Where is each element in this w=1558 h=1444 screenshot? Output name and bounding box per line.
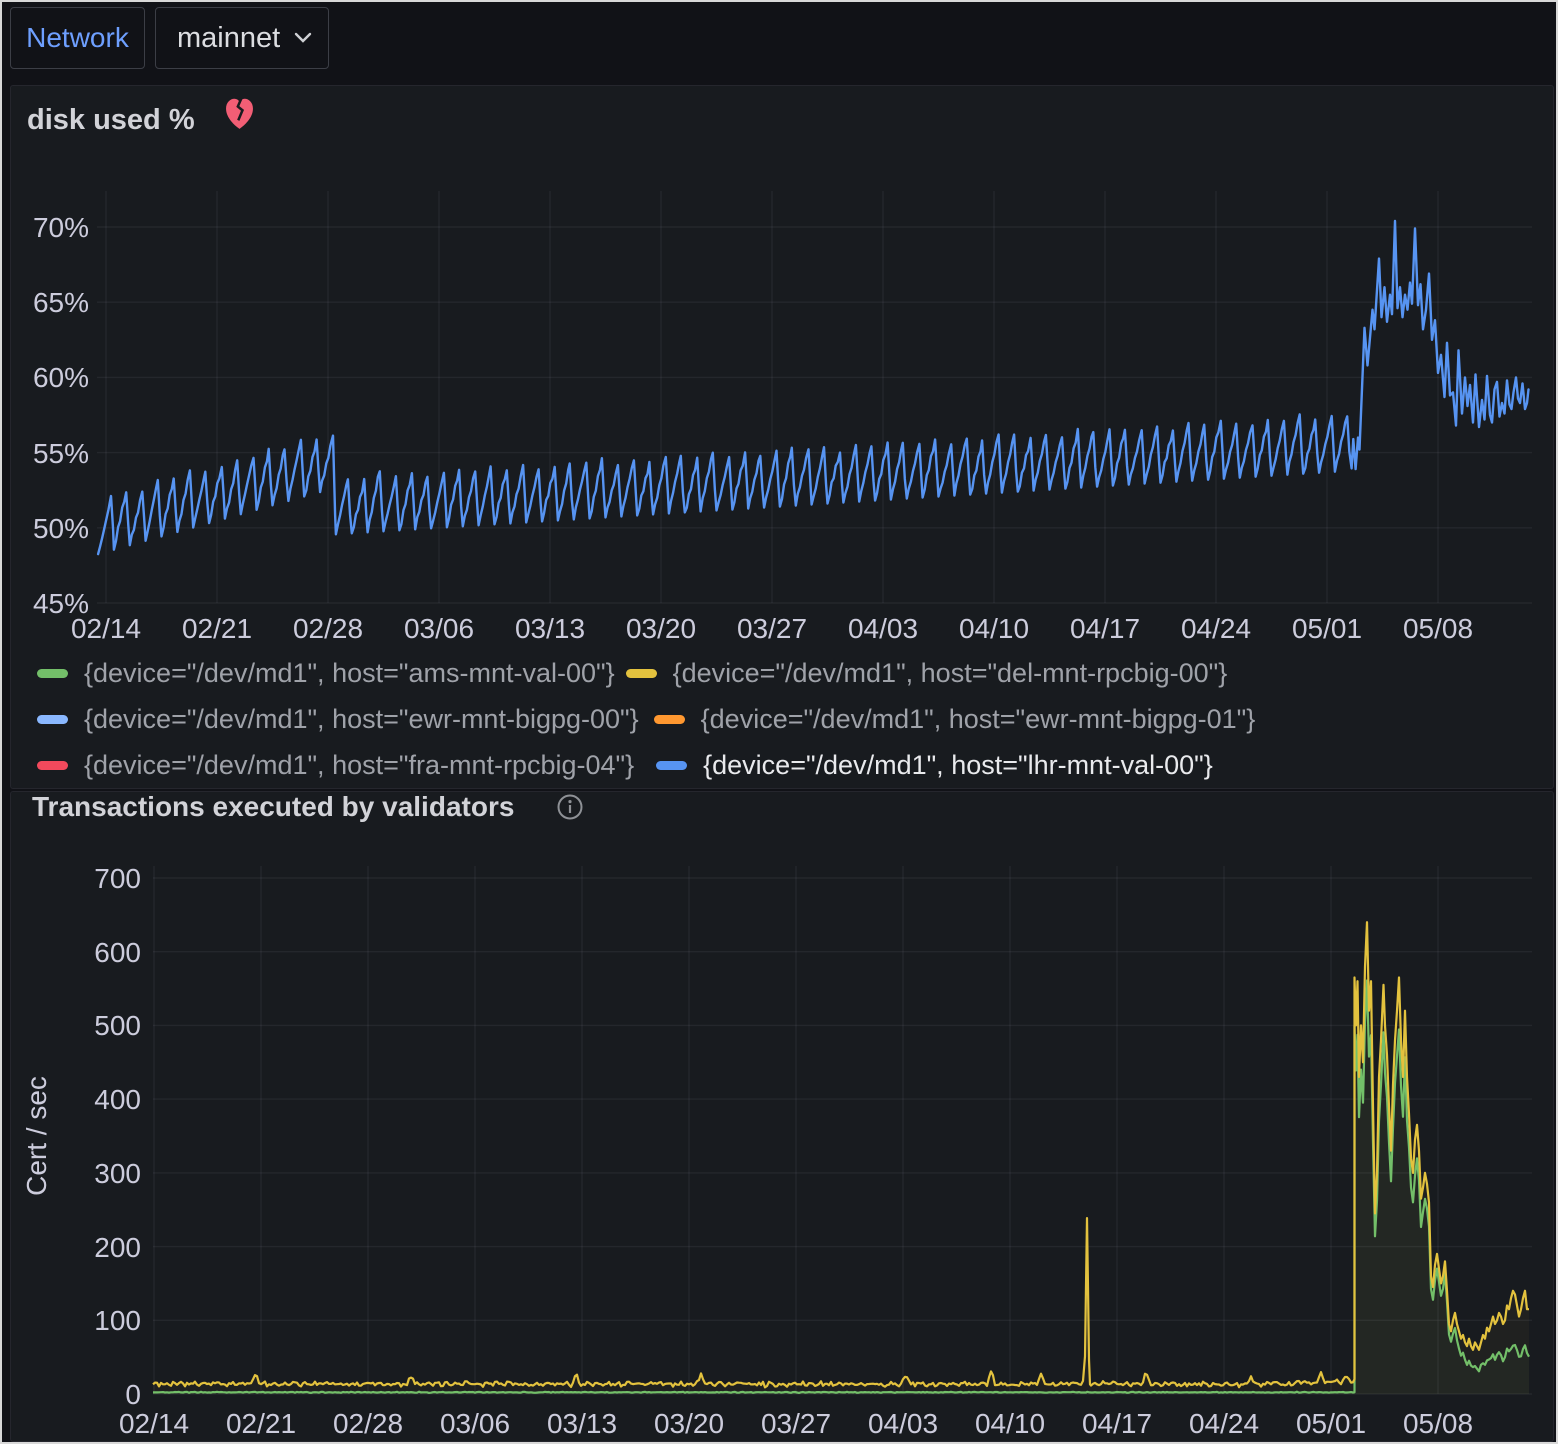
- svg-text:55%: 55%: [33, 438, 89, 469]
- svg-text:05/08: 05/08: [1403, 1408, 1473, 1439]
- svg-text:04/17: 04/17: [1082, 1408, 1152, 1439]
- svg-text:70%: 70%: [33, 212, 89, 243]
- svg-text:700: 700: [94, 863, 141, 894]
- svg-text:300: 300: [94, 1158, 141, 1189]
- svg-text:05/01: 05/01: [1292, 613, 1362, 644]
- svg-text:600: 600: [94, 937, 141, 968]
- svg-text:02/21: 02/21: [226, 1408, 296, 1439]
- svg-text:50%: 50%: [33, 513, 89, 544]
- svg-text:03/13: 03/13: [515, 613, 585, 644]
- svg-text:04/10: 04/10: [975, 1408, 1045, 1439]
- svg-text:03/06: 03/06: [440, 1408, 510, 1439]
- svg-text:03/06: 03/06: [404, 613, 474, 644]
- svg-text:Cert / sec: Cert / sec: [21, 1076, 52, 1196]
- svg-text:200: 200: [94, 1232, 141, 1263]
- svg-text:04/03: 04/03: [868, 1408, 938, 1439]
- svg-text:03/20: 03/20: [654, 1408, 724, 1439]
- svg-text:04/17: 04/17: [1070, 613, 1140, 644]
- svg-text:02/21: 02/21: [182, 613, 252, 644]
- svg-text:0: 0: [125, 1379, 141, 1410]
- svg-text:03/13: 03/13: [547, 1408, 617, 1439]
- svg-text:65%: 65%: [33, 287, 89, 318]
- svg-text:04/24: 04/24: [1189, 1408, 1259, 1439]
- svg-text:03/20: 03/20: [626, 613, 696, 644]
- svg-text:03/27: 03/27: [761, 1408, 831, 1439]
- svg-text:04/10: 04/10: [959, 613, 1029, 644]
- svg-text:02/14: 02/14: [71, 613, 141, 644]
- svg-text:500: 500: [94, 1010, 141, 1041]
- svg-text:04/24: 04/24: [1181, 613, 1251, 644]
- svg-text:04/03: 04/03: [848, 613, 918, 644]
- svg-text:100: 100: [94, 1305, 141, 1336]
- svg-text:03/27: 03/27: [737, 613, 807, 644]
- svg-text:05/08: 05/08: [1403, 613, 1473, 644]
- svg-text:400: 400: [94, 1084, 141, 1115]
- svg-text:02/28: 02/28: [333, 1408, 403, 1439]
- svg-text:02/28: 02/28: [293, 613, 363, 644]
- svg-text:60%: 60%: [33, 362, 89, 393]
- svg-text:05/01: 05/01: [1296, 1408, 1366, 1439]
- svg-text:02/14: 02/14: [119, 1408, 189, 1439]
